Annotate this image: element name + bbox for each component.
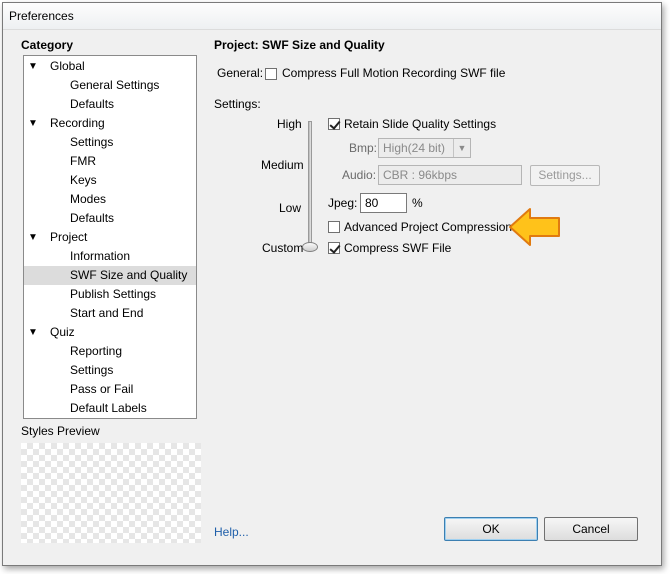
tree-item-label: Reporting — [70, 344, 123, 358]
tree-item[interactable]: Information — [24, 247, 196, 266]
quality-level-high: High — [277, 117, 302, 131]
expand-triangle-icon[interactable]: ▼ — [28, 114, 38, 133]
compress-fmr-label: Compress Full Motion Recording SWF file — [282, 66, 506, 80]
callout-arrow-icon — [509, 208, 560, 246]
cancel-button[interactable]: Cancel — [544, 517, 638, 541]
tree-item-label: FMR — [70, 154, 96, 168]
quality-level-custom: Custom — [262, 241, 304, 255]
compress-swf-label: Compress SWF File — [344, 241, 452, 255]
expand-triangle-icon[interactable]: ▼ — [28, 228, 38, 247]
jpeg-unit: % — [412, 196, 423, 210]
tree-item[interactable]: Modes — [24, 190, 196, 209]
preferences-dialog: Preferences Category ▼ Global General Sett… — [2, 2, 662, 566]
tree-item-label: Publish Settings — [70, 287, 157, 301]
bmp-value: High(24 bit) — [383, 141, 446, 155]
audio-label: Audio: — [342, 168, 377, 182]
advanced-compression-checkbox[interactable] — [328, 221, 340, 233]
tree-item-label: Defaults — [70, 211, 115, 225]
tree-item-label: Modes — [70, 192, 107, 206]
tree-group[interactable]: ▼ Recording — [24, 114, 196, 133]
tree-item-label: Project — [50, 230, 88, 244]
styles-preview-label: Styles Preview — [21, 424, 100, 438]
tree-item[interactable]: SWF Size and Quality — [24, 266, 196, 285]
tree-item-label: Settings — [70, 135, 114, 149]
tree-item[interactable]: Pass or Fail — [24, 380, 196, 399]
styles-preview-image — [21, 443, 201, 543]
bmp-label: Bmp: — [349, 141, 378, 155]
tree-item[interactable]: Reporting — [24, 342, 196, 361]
quality-level-medium: Medium — [261, 158, 304, 172]
category-heading: Category — [21, 38, 74, 52]
page-title: Project: SWF Size and Quality — [214, 38, 385, 52]
window-title: Preferences — [9, 9, 74, 23]
settings-label: Settings: — [214, 97, 261, 111]
jpeg-label: Jpeg: — [328, 196, 358, 210]
expand-triangle-icon[interactable]: ▼ — [28, 323, 38, 342]
tree-group[interactable]: ▼ Project — [24, 228, 196, 247]
tree-item[interactable]: FMR — [24, 152, 196, 171]
tree-item-label: Information — [70, 249, 131, 263]
bmp-select[interactable]: High(24 bit) ▼ — [378, 138, 471, 158]
jpeg-quality-input[interactable]: 80 — [360, 193, 407, 213]
tree-item-label: Defaults — [70, 97, 115, 111]
advanced-compression-label: Advanced Project Compression — [344, 220, 513, 234]
tree-item-label: Settings — [70, 363, 114, 377]
title-bar: Preferences — [3, 3, 661, 30]
tree-item[interactable]: Settings — [24, 361, 196, 380]
compress-swf-checkbox[interactable] — [328, 242, 340, 254]
tree-item[interactable]: General Settings — [24, 76, 196, 95]
tree-item[interactable]: Settings — [24, 133, 196, 152]
tree-item-label: Quiz — [50, 325, 75, 339]
category-tree[interactable]: ▼ Global General Settings Defaults ▼ Recordin… — [23, 55, 197, 419]
tree-item-label: Default Labels — [70, 401, 147, 415]
tree-item[interactable]: Keys — [24, 171, 196, 190]
tree-item-label: Keys — [70, 173, 97, 187]
tree-item-label: Pass or Fail — [70, 382, 134, 396]
tree-item[interactable]: Default Labels — [24, 399, 196, 418]
audio-field[interactable]: CBR : 96kbps — [378, 165, 522, 185]
tree-item-label: Global — [50, 59, 85, 73]
compress-fmr-checkbox[interactable] — [265, 68, 277, 80]
tree-group[interactable]: ▼ Quiz — [24, 323, 196, 342]
tree-item[interactable]: Defaults — [24, 209, 196, 228]
tree-item-label: SWF Size and Quality — [70, 268, 188, 282]
quality-slider-track[interactable] — [308, 121, 312, 249]
tree-item-label: Start and End — [70, 306, 144, 320]
quality-slider-thumb[interactable] — [302, 242, 318, 252]
audio-settings-button[interactable]: Settings... — [530, 165, 600, 186]
help-link[interactable]: Help... — [214, 525, 249, 539]
ok-button[interactable]: OK — [444, 517, 538, 541]
expand-triangle-icon[interactable]: ▼ — [28, 57, 38, 76]
quality-level-low: Low — [279, 201, 302, 215]
tree-group[interactable]: ▼ Global — [24, 57, 196, 76]
chevron-down-icon: ▼ — [453, 139, 470, 157]
tree-item[interactable]: Start and End — [24, 304, 196, 323]
tree-item[interactable]: Defaults — [24, 95, 196, 114]
tree-item-label: General Settings — [70, 78, 160, 92]
retain-slide-quality-checkbox[interactable] — [328, 118, 340, 130]
tree-item[interactable]: Publish Settings — [24, 285, 196, 304]
tree-item-label: Recording — [50, 116, 105, 130]
retain-slide-quality-label: Retain Slide Quality Settings — [344, 117, 497, 131]
general-label: General: — [217, 66, 264, 80]
